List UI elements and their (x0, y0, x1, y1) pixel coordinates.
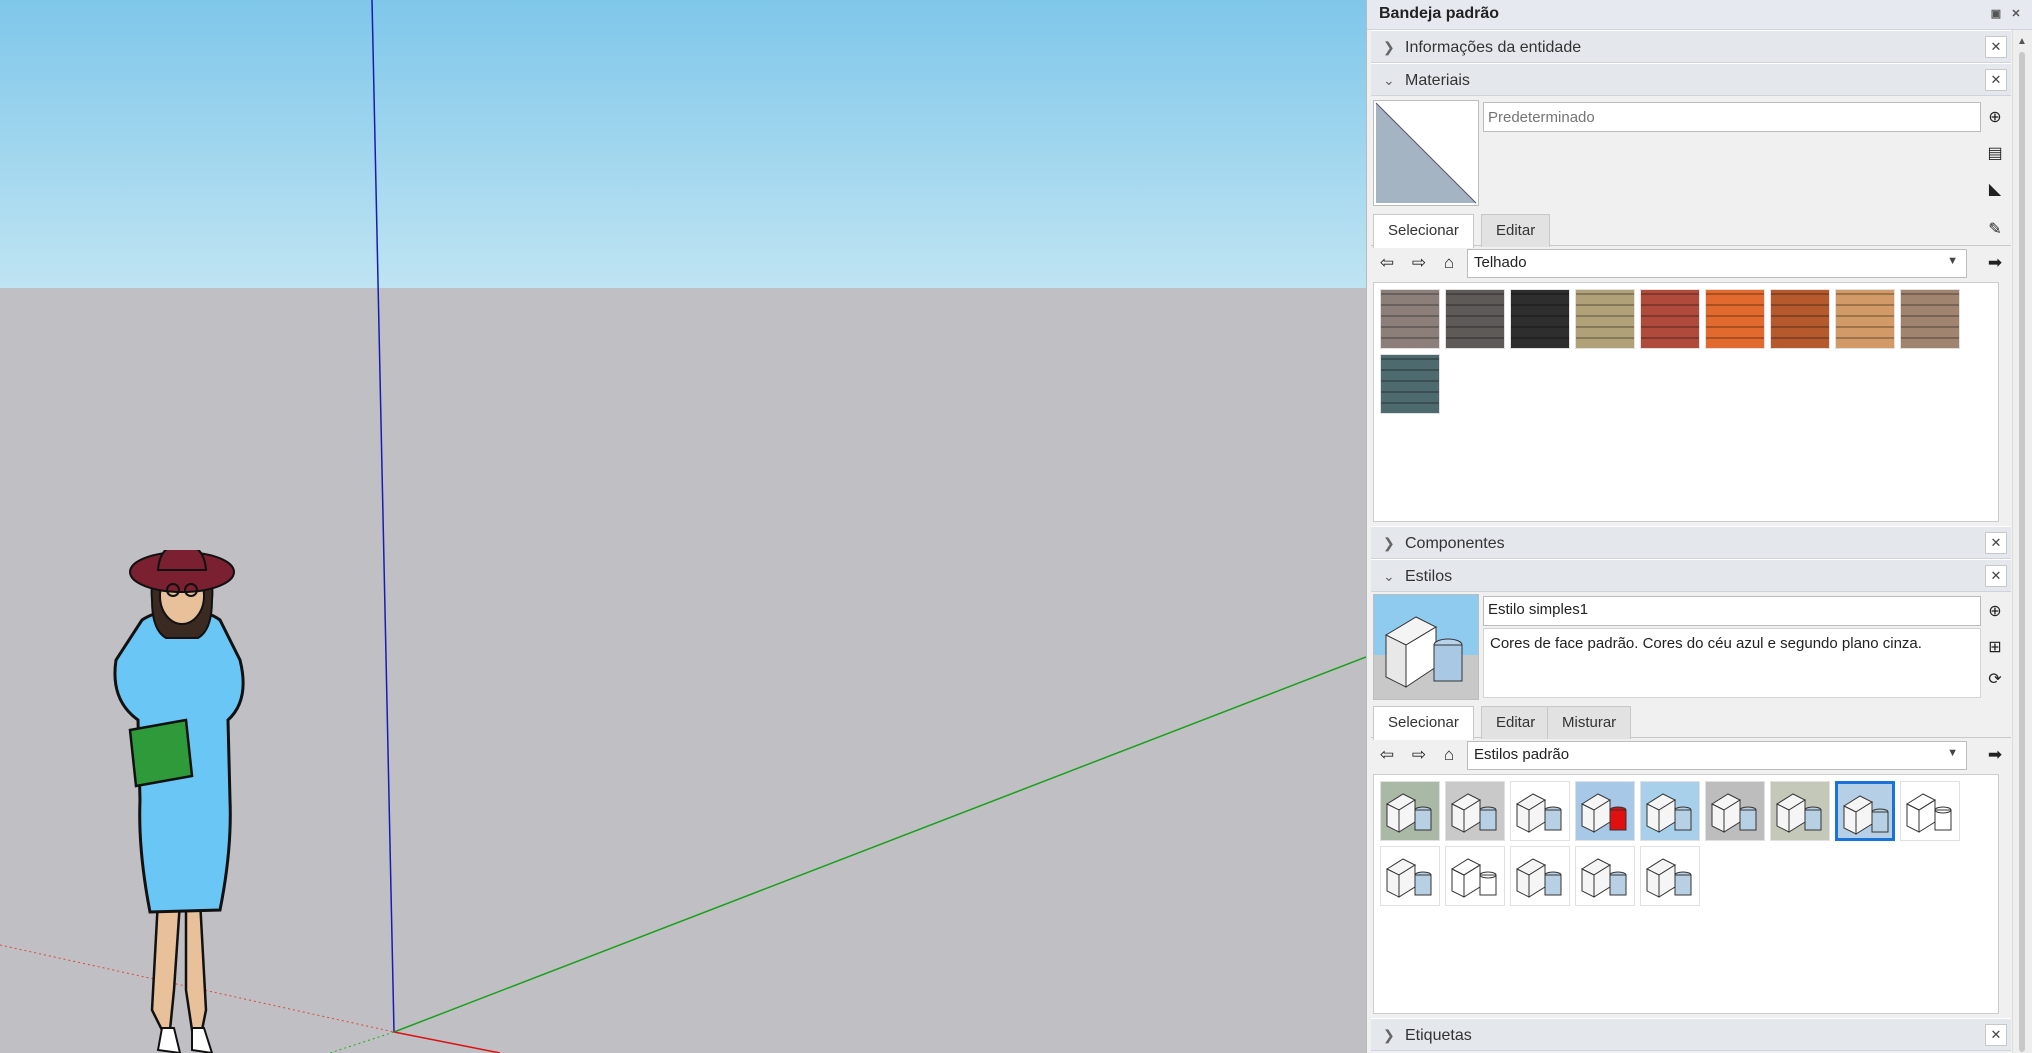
tab-edit[interactable]: Editar (1481, 706, 1551, 739)
style-preview (1373, 594, 1479, 700)
home-icon[interactable]: ⌂ (1437, 743, 1461, 767)
material-library-icon[interactable]: ▤ (1983, 142, 2007, 166)
tray-content: ❯ Informações da entidade ✕ ⌄ Materiais … (1371, 30, 2011, 1051)
style-name-field[interactable]: Estilo simples1 (1483, 596, 1981, 626)
tab-edit[interactable]: Editar (1481, 214, 1551, 247)
refresh-icon[interactable]: ⟳ (1983, 668, 2007, 692)
material-swatch[interactable] (1575, 289, 1635, 349)
style-thumbnail[interactable] (1380, 781, 1440, 841)
material-swatch[interactable] (1380, 289, 1440, 349)
panel-tags[interactable]: ❯ Etiquetas ✕ (1371, 1018, 2011, 1051)
material-swatch[interactable] (1380, 354, 1440, 414)
close-icon[interactable]: ✕ (1985, 36, 2007, 58)
materials-library-select[interactable]: Telhado ▼ (1467, 249, 1967, 278)
styles-library-select[interactable]: Estilos padrão ▼ (1467, 741, 1967, 770)
close-icon[interactable]: ✕ (1985, 532, 2007, 554)
chevron-right-icon: ❯ (1383, 535, 1395, 551)
red-axis (393, 1031, 501, 1053)
material-swatch[interactable] (1640, 289, 1700, 349)
style-thumbnail[interactable] (1640, 846, 1700, 906)
material-swatch[interactable] (1705, 289, 1765, 349)
panel-materials[interactable]: ⌄ Materiais ✕ (1371, 63, 2011, 96)
material-swatch[interactable] (1510, 289, 1570, 349)
update-style-icon[interactable]: ⊞ (1983, 636, 2007, 660)
materials-body: ⊕ ▤ ◣ (1371, 98, 2011, 210)
close-icon[interactable]: ✕ (1985, 1024, 2007, 1046)
forward-icon[interactable]: ⇨ (1407, 743, 1431, 767)
panel-entity-info[interactable]: ❯ Informações da entidade ✕ (1371, 30, 2011, 63)
material-swatch[interactable] (1900, 289, 1960, 349)
material-preview[interactable] (1373, 100, 1479, 206)
panel-components[interactable]: ❯ Componentes ✕ (1371, 526, 2011, 559)
chevron-down-icon: ▼ (1947, 747, 1958, 759)
style-thumbnail[interactable] (1640, 781, 1700, 841)
panel-styles[interactable]: ⌄ Estilos ✕ (1371, 559, 2011, 592)
tray-scrollbar[interactable]: ▲ (2012, 30, 2032, 1053)
material-name-field[interactable] (1483, 102, 1981, 132)
forward-icon[interactable]: ⇨ (1407, 251, 1431, 275)
eyedropper-icon[interactable]: ✎ (1983, 218, 2007, 242)
style-thumbnail[interactable] (1445, 846, 1505, 906)
styles-library-value: Estilos padrão (1474, 746, 1570, 763)
create-material-icon[interactable]: ⊕ (1983, 106, 2007, 130)
style-thumbnail[interactable] (1705, 781, 1765, 841)
style-thumbnail[interactable] (1900, 781, 1960, 841)
close-icon[interactable]: ✕ (1985, 565, 2007, 587)
material-swatch[interactable] (1770, 289, 1830, 349)
green-axis-dotted (329, 1031, 395, 1053)
chevron-down-icon: ▼ (1947, 255, 1958, 267)
scroll-up-icon[interactable]: ▲ (2017, 36, 2027, 47)
details-arrow-icon[interactable]: ➡ (1983, 251, 2007, 275)
panel-entity-info-title: Informações da entidade (1405, 39, 1582, 56)
chevron-down-icon: ⌄ (1383, 72, 1395, 88)
model-viewport[interactable] (0, 0, 1366, 1053)
panel-tags-title: Etiquetas (1405, 1027, 1472, 1044)
style-thumbnail[interactable] (1510, 846, 1570, 906)
styles-body: Estilo simples1 Cores de face padrão. Co… (1371, 592, 2011, 702)
chevron-right-icon: ❯ (1383, 1027, 1395, 1043)
default-tray: Bandeja padrão ▣ ✕ ▲ ❯ Informações da en… (1366, 0, 2032, 1053)
materials-grid (1373, 282, 1999, 522)
default-material-icon[interactable]: ◣ (1983, 178, 2007, 202)
style-thumbnail[interactable] (1510, 781, 1570, 841)
materials-tabs: Selecionar Editar ✎ (1371, 210, 2011, 248)
chevron-right-icon: ❯ (1383, 39, 1395, 55)
styles-nav: ⇦ ⇨ ⌂ Estilos padrão ▼ ➡ (1371, 738, 2011, 772)
materials-library-value: Telhado (1474, 254, 1527, 271)
back-icon[interactable]: ⇦ (1375, 251, 1399, 275)
panel-components-title: Componentes (1405, 535, 1505, 552)
close-icon[interactable]: ✕ (1985, 69, 2007, 91)
scroll-thumb[interactable] (2019, 52, 2025, 1052)
style-thumbnail[interactable] (1380, 846, 1440, 906)
panel-styles-title: Estilos (1405, 568, 1453, 585)
tab-mix[interactable]: Misturar (1547, 706, 1632, 739)
styles-grid (1373, 774, 1999, 1014)
create-style-icon[interactable]: ⊕ (1983, 600, 2007, 624)
material-swatch[interactable] (1835, 289, 1895, 349)
style-thumbnail[interactable] (1835, 781, 1895, 841)
style-thumbnail[interactable] (1770, 781, 1830, 841)
pin-icon[interactable]: ▣ (1989, 7, 2003, 21)
close-icon[interactable]: ✕ (2009, 7, 2023, 21)
home-icon[interactable]: ⌂ (1437, 251, 1461, 275)
panel-materials-title: Materiais (1405, 72, 1470, 89)
chevron-down-icon: ⌄ (1383, 568, 1395, 584)
materials-nav: ⇦ ⇨ ⌂ Telhado ▼ ➡ (1371, 246, 2011, 280)
style-description[interactable]: Cores de face padrão. Cores do céu azul … (1483, 628, 1981, 698)
tray-title-text: Bandeja padrão (1379, 5, 1500, 22)
styles-tabs: Selecionar Editar Misturar (1371, 702, 2011, 740)
scale-figure[interactable] (100, 550, 300, 1053)
style-thumbnail[interactable] (1575, 846, 1635, 906)
green-axis (393, 656, 1366, 1033)
back-icon[interactable]: ⇦ (1375, 743, 1399, 767)
tab-select[interactable]: Selecionar (1373, 214, 1474, 248)
material-swatch[interactable] (1445, 289, 1505, 349)
details-arrow-icon[interactable]: ➡ (1983, 743, 2007, 767)
tab-select[interactable]: Selecionar (1373, 706, 1474, 740)
style-thumbnail[interactable] (1445, 781, 1505, 841)
style-thumbnail[interactable] (1575, 781, 1635, 841)
tray-title: Bandeja padrão ▣ ✕ (1367, 0, 2032, 30)
blue-axis (371, 0, 395, 1033)
